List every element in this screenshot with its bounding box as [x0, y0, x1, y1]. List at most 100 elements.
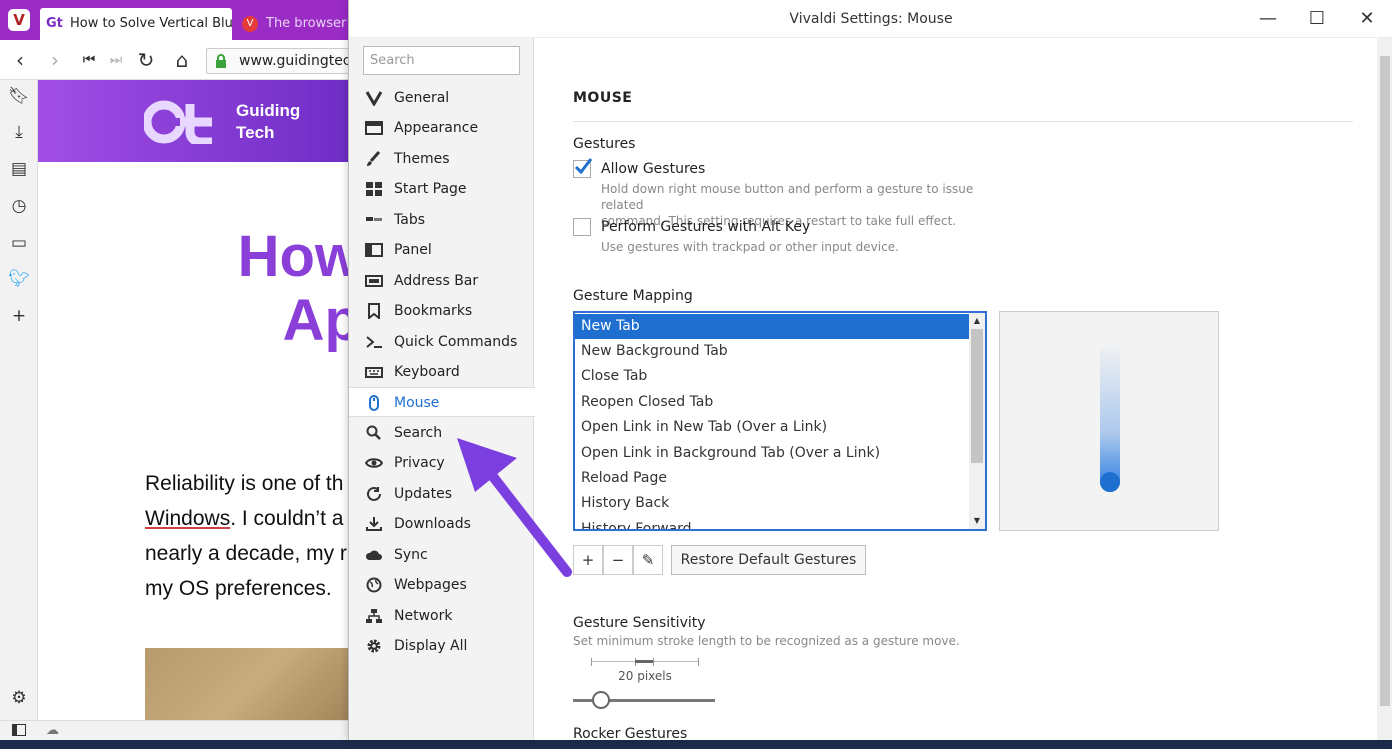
tabs-icon [366, 217, 382, 221]
list-item[interactable]: History Back [575, 491, 969, 516]
history-panel-icon[interactable]: ◷ [7, 194, 31, 218]
brush-icon [367, 151, 381, 166]
content-scrollbar-thumb[interactable] [1380, 56, 1390, 706]
alt-key-checkbox[interactable] [573, 218, 591, 236]
scroll-down-icon[interactable]: ▼ [969, 513, 985, 529]
minimize-button[interactable]: — [1253, 4, 1283, 34]
gesture-mapping-list[interactable]: New Tab New Background Tab Close Tab Reo… [573, 311, 987, 531]
list-item[interactable]: Open Link in New Tab (Over a Link) [575, 415, 969, 440]
sensitivity-slider-thumb[interactable] [592, 691, 610, 709]
forward-icon[interactable]: › [43, 48, 67, 72]
mouse-icon [369, 395, 379, 411]
checkmark-icon [574, 158, 593, 175]
scroll-up-icon[interactable]: ▲ [969, 313, 985, 329]
list-scrollbar[interactable]: ▲ ▼ [969, 313, 985, 529]
sidebar-item-appearance[interactable]: Appearance [349, 113, 534, 143]
article-title: How Ap [237, 225, 360, 353]
tab-inactive[interactable]: V The browser th [236, 8, 356, 40]
article-image [145, 648, 360, 720]
article-body: Reliability is one of th Windows. I coul… [145, 472, 347, 600]
panel-toggle-icon[interactable] [12, 724, 26, 736]
vivaldi-menu-icon[interactable]: V [8, 9, 30, 31]
gesture-mapping-heading: Gesture Mapping [573, 288, 693, 304]
remove-gesture-button[interactable]: − [603, 545, 633, 575]
list-item[interactable]: New Background Tab [575, 339, 969, 364]
gesture-sensitivity-description: Set minimum stroke length to be recogniz… [573, 634, 960, 648]
site-header: Guiding Tech [38, 80, 358, 162]
close-button[interactable]: ✕ [1352, 4, 1382, 34]
sensitivity-ruler [591, 658, 699, 669]
list-item[interactable]: History Forward [575, 517, 969, 529]
add-gesture-button[interactable]: + [573, 545, 603, 575]
settings-content: MOUSE Gestures Allow Gestures Hold down … [535, 38, 1375, 740]
guiding-tech-logo-icon [144, 100, 212, 144]
gesture-preview [999, 311, 1219, 531]
twitter-panel-icon[interactable]: 🐦︎ [7, 267, 31, 291]
url-field[interactable]: www.guidingtech [206, 48, 366, 74]
annotation-arrow-icon [457, 438, 572, 577]
cloud-icon [365, 550, 382, 560]
refresh-icon [367, 486, 381, 501]
sidebar-item-keyboard[interactable]: Keyboard [349, 357, 534, 387]
gear-icon [367, 639, 381, 653]
lock-icon [216, 54, 226, 68]
network-icon [366, 609, 382, 623]
sidebar-item-tabs[interactable]: Tabs [349, 205, 534, 235]
tab-active[interactable]: Gt How to Solve Vertical Blue L [40, 8, 232, 40]
restore-default-gestures-button[interactable]: Restore Default Gestures [671, 545, 866, 575]
scrollbar-thumb[interactable] [971, 329, 983, 463]
article-link[interactable]: Windows [145, 507, 230, 530]
panel-icon [365, 243, 383, 257]
content-scrollbar[interactable] [1377, 38, 1392, 740]
maximize-button[interactable]: ☐ [1302, 4, 1332, 34]
list-item[interactable]: Close Tab [575, 364, 969, 389]
settings-search-input[interactable] [363, 46, 520, 75]
list-item[interactable]: Open Link in Background Tab (Over a Link… [575, 441, 969, 466]
sidebar-item-general[interactable]: General [349, 83, 534, 113]
bookmark-panel-icon[interactable]: 🔖︎ [7, 84, 31, 108]
list-item[interactable]: Reopen Closed Tab [575, 390, 969, 415]
eye-icon [365, 458, 383, 468]
sidebar-item-display-all[interactable]: Display All [349, 631, 534, 661]
bookmark-icon [368, 303, 380, 319]
allow-gestures-checkbox[interactable] [573, 158, 593, 178]
list-item[interactable]: New Tab [575, 314, 969, 339]
window-panel-icon[interactable]: ▭ [7, 231, 31, 255]
notes-panel-icon[interactable]: ▤ [7, 157, 31, 181]
settings-gear-icon[interactable]: ⚙ [7, 686, 31, 710]
edit-gesture-button[interactable]: ✎ [633, 545, 663, 575]
list-item[interactable]: Reload Page [575, 466, 969, 491]
reload-icon[interactable]: ↻ [134, 48, 158, 72]
quick-commands-icon [366, 336, 382, 348]
settings-window: Vivaldi Settings: Mouse — ☐ ✕ General Ap… [348, 0, 1392, 740]
sidebar-item-start-page[interactable]: Start Page [349, 174, 534, 204]
sidebar-item-mouse[interactable]: Mouse [349, 387, 535, 417]
back-icon[interactable]: ‹ [8, 48, 32, 72]
rewind-icon[interactable]: ⏮ [77, 48, 101, 72]
tab-label: The browser th [266, 16, 356, 31]
globe-icon [366, 577, 382, 593]
url-text: www.guidingtech [239, 53, 360, 69]
sidebar-item-panel[interactable]: Panel [349, 235, 534, 265]
status-bar: ☁ [0, 720, 360, 740]
os-taskbar [0, 740, 1392, 749]
title-bar: Vivaldi Settings: Mouse — ☐ ✕ [349, 0, 1392, 38]
gt-favicon-icon: Gt [46, 16, 63, 31]
sidebar-item-bookmarks[interactable]: Bookmarks [349, 296, 534, 326]
allow-gestures-label[interactable]: Allow Gestures [601, 161, 705, 177]
download-icon [366, 517, 382, 531]
home-icon[interactable]: ⌂ [170, 48, 194, 72]
sidebar-item-address-bar[interactable]: Address Bar [349, 266, 534, 296]
sidebar-item-themes[interactable]: Themes [349, 144, 534, 174]
sidebar-item-quick-commands[interactable]: Quick Commands [349, 327, 534, 357]
gesture-stroke [1100, 342, 1120, 492]
side-panel-bar: 🔖︎ ⤓ ▤ ◷ ▭ 🐦︎ + ⚙ [0, 80, 38, 720]
alt-key-label[interactable]: Perform Gestures with Alt Key [601, 219, 810, 235]
window-title: Vivaldi Settings: Mouse [789, 11, 953, 27]
fast-forward-icon[interactable]: ⏭ [104, 48, 128, 72]
add-panel-icon[interactable]: + [7, 304, 31, 328]
divider [573, 121, 1353, 122]
download-panel-icon[interactable]: ⤓ [7, 120, 31, 144]
sidebar-item-network[interactable]: Network [349, 601, 534, 631]
sync-cloud-icon[interactable]: ☁ [46, 723, 59, 738]
